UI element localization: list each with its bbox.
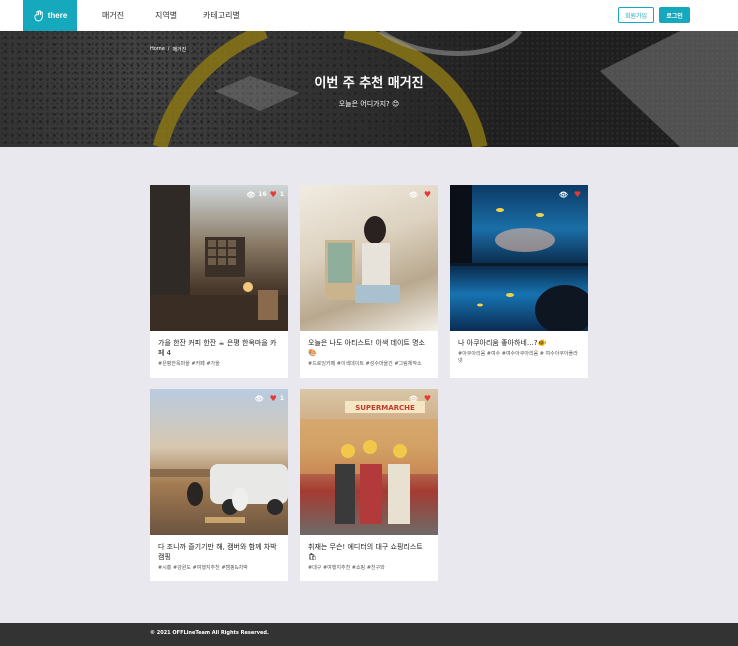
card-tags: #아쿠아리움 #여수 #여수아쿠아리움 # 여수아쿠아플라넷 [458,351,578,364]
logo-text: there [47,11,68,20]
eye-icon: 👁 [408,394,418,403]
nav-magazine[interactable]: 매거진 [102,0,124,31]
eye-icon: 👁 [254,394,264,403]
page-subtitle: 오늘은 어디가지? 😊 [338,100,400,108]
like-count: 1 [279,395,284,402]
nav-region[interactable]: 지역별 [155,0,177,31]
copyright-text: © 2021 OFFLineTeam All Rights Reserved. [150,630,269,636]
eye-icon: 👁 [558,190,568,199]
like-count: 1 [279,191,284,198]
card-tags: #시흥 #강원도 #여행지추천 #캠핑&차박 [158,565,248,571]
breadcrumb-separator: / [167,46,170,52]
card-title[interactable]: 가을 한잔 커피 한잔 ☕ 은평 한옥마을 카페 4 [150,331,288,358]
card-image-aquarium[interactable]: 👁 ♥ [450,185,588,331]
card-title[interactable]: 취재는 무슨! 에디터의 대구 쇼핑리스트🛍 [300,535,438,562]
card-stats: 👁 ♥ [409,190,434,199]
card-title[interactable]: 다 조니까 즐기기만 해, 캠버와 함께 차박캠핑 [150,535,288,562]
magazine-card[interactable]: 👁 ♥ 나 아쿠아리움 좋아하네…?🐠 #아쿠아리움 #여수 #여수아쿠아리움 … [450,185,588,378]
heart-icon[interactable]: ♥ [424,190,431,199]
cafe-illustration [150,185,288,331]
card-title[interactable]: 오늘은 나도 아티스트! 이색 데이트 명소🎨 [300,331,438,358]
page-title: 이번 주 추천 매거진 [314,76,424,91]
view-count: 16 [258,191,267,198]
card-image-drawing[interactable]: 👁 ♥ [300,185,438,331]
breadcrumb-home[interactable]: Home [150,46,165,53]
magazine-card[interactable]: 👁 ♥ 오늘은 나도 아티스트! 이색 데이트 명소🎨 #드로잉카페 #이색데이… [300,185,438,378]
aquarium-illustration [450,185,588,331]
signup-button[interactable]: 회원가입 [618,7,654,23]
shopping-illustration: SUPERMARCHE [300,401,438,524]
card-image-shopping[interactable]: SUPERMARCHE 👁 ♥ [300,389,438,535]
card-stats: 👁 ♥ [409,394,434,403]
magazine-card[interactable]: SUPERMARCHE 👁 ♥ 취재는 무슨! 에디터의 대구 쇼핑리스트🛍 #… [300,389,438,581]
heart-icon[interactable]: ♥ [424,394,431,403]
svg-text:SUPERMARCHE: SUPERMARCHE [355,404,415,412]
logo[interactable]: there [23,0,77,31]
breadcrumb-current: 매거진 [172,47,187,53]
card-tags: #드로잉카페 #이색데이트 #성수마을건 #그림체작소 [308,361,422,367]
eye-icon: 👁 [408,190,418,199]
card-title[interactable]: 나 아쿠아리움 좋아하네…?🐠 [450,331,588,348]
card-stats: 👁 ♥ 1 [255,394,284,403]
card-stats: 👁 16 ♥ 1 [246,190,284,199]
camping-illustration [150,464,288,523]
card-stats: 👁 ♥ [559,190,584,199]
magazine-card[interactable]: 👁 ♥ 1 다 조니까 즐기기만 해, 캠버와 함께 차박캠핑 #시흥 #강원도… [150,389,288,581]
site-footer: © 2021 OFFLineTeam All Rights Reserved. [0,623,738,646]
card-tags: #은평한옥마을 #카페 #가을 [158,361,220,367]
heart-icon[interactable]: ♥ [574,190,581,199]
login-button[interactable]: 로그인 [659,7,690,23]
heart-icon[interactable]: ♥ [270,190,277,199]
site-header: there 매거진 지역별 카테고리별 회원가입 로그인 [0,0,738,31]
eye-icon: 👁 [246,190,256,199]
heart-icon[interactable]: ♥ [270,394,277,403]
drawing-illustration [325,216,400,303]
breadcrumb: Home / 매거진 [150,46,186,53]
card-tags: #대구 #여행지추천 #쇼핑 #친구와 [308,565,385,571]
magazine-card[interactable]: 👁 16 ♥ 1 가을 한잔 커피 한잔 ☕ 은평 한옥마을 카페 4 #은평한… [150,185,288,378]
card-image-camping[interactable]: 👁 ♥ 1 [150,389,288,535]
logo-hand-icon [34,9,43,21]
nav-category[interactable]: 카테고리별 [203,0,240,31]
card-image-cafe[interactable]: 👁 16 ♥ 1 [150,185,288,331]
